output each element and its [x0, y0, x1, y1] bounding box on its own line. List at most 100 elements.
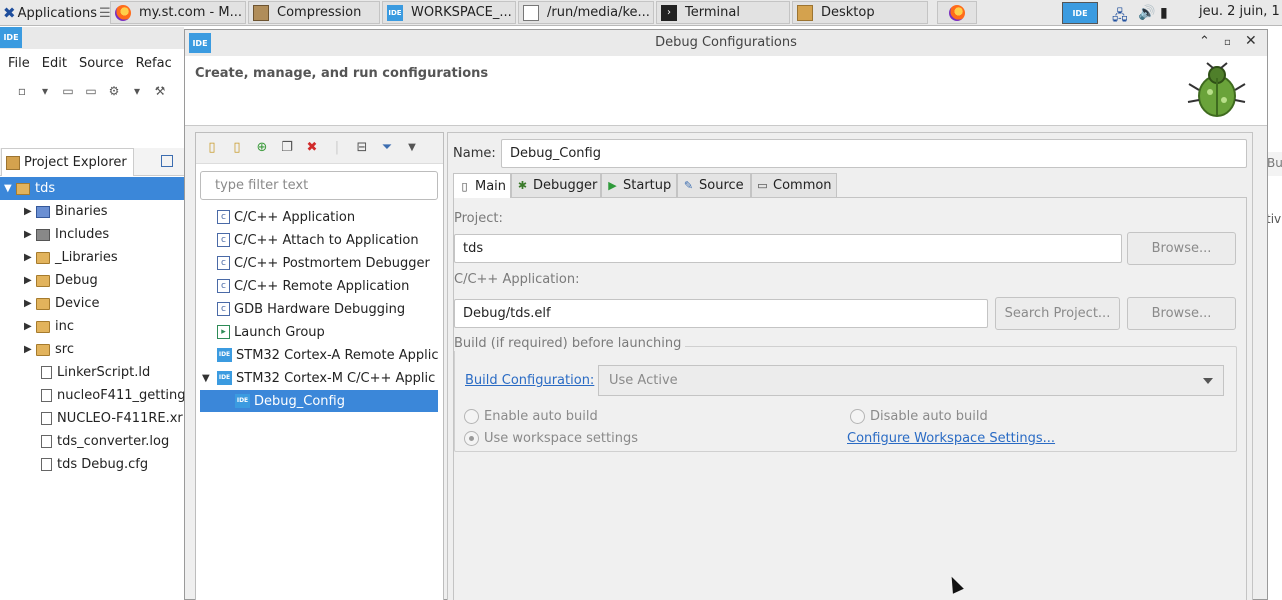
menu-source[interactable]: Source: [79, 56, 124, 71]
tree-item-nucleo-xml[interactable]: NUCLEO-F411RE.xr: [41, 407, 183, 430]
application-input[interactable]: [454, 299, 988, 328]
folder-icon: [797, 4, 813, 21]
menu-refactor[interactable]: Refac: [136, 56, 172, 71]
save-icon[interactable]: ▭: [60, 83, 76, 99]
maximize-icon[interactable]: ▫: [1224, 37, 1231, 48]
name-input[interactable]: [501, 139, 1247, 168]
filter-input[interactable]: [200, 171, 438, 200]
menu-file[interactable]: File: [8, 56, 30, 71]
radio-icon: [850, 409, 865, 424]
chevron-down-icon[interactable]: ▼: [404, 140, 420, 156]
config-type-gdb-hardware[interactable]: c GDB Hardware Debugging: [217, 298, 405, 320]
clock[interactable]: jeu. 2 juin, 1: [1199, 4, 1280, 19]
tree-item-debug[interactable]: ▶ Debug: [24, 269, 98, 292]
config-type-cpp-attach[interactable]: c C/C++ Attach to Application: [217, 229, 419, 251]
search-project-button[interactable]: Search Project...: [995, 297, 1120, 330]
tree-item-device[interactable]: ▶ Device: [24, 292, 99, 315]
config-tabs: ▯ Main ✱ Debugger ▶ Startup ✎ Source ▭ C…: [453, 173, 1247, 198]
expanded-arrow-icon[interactable]: ▼: [4, 183, 16, 194]
taskbar-window-browser[interactable]: my.st.com - M...: [110, 1, 246, 24]
hammer-icon[interactable]: ⚒: [152, 83, 168, 99]
enable-auto-build-radio[interactable]: Enable auto build: [464, 409, 598, 424]
workspace-switcher-icon[interactable]: IDE: [1062, 2, 1098, 24]
tree-item-converter-log[interactable]: tds_converter.log: [41, 430, 169, 453]
applications-menu[interactable]: ✖ Applications ☰: [0, 1, 111, 25]
collapsed-arrow-icon[interactable]: ▶: [24, 229, 36, 240]
project-input[interactable]: [454, 234, 1122, 263]
application-browse-button[interactable]: Browse...: [1127, 297, 1236, 330]
config-type-stm32-cortex-a[interactable]: IDE STM32 Cortex-A Remote Applic: [217, 344, 441, 366]
config-label: STM32 Cortex-A Remote Applic: [236, 347, 439, 363]
tree-item-tds[interactable]: ▼ tds: [0, 177, 184, 200]
expanded-arrow-icon[interactable]: ▼: [202, 373, 217, 384]
collapse-all-icon[interactable]: ⊟: [354, 140, 370, 156]
config-debug-config[interactable]: IDE Debug_Config: [200, 390, 438, 412]
configuration-list-panel: ▯ ▯ ⊕ ❐ ✖ | ⊟ ⏷ ▼ c C/C++ Application c …: [195, 132, 444, 600]
radio-selected-icon: [464, 431, 479, 446]
applications-label: Applications: [17, 5, 97, 21]
tree-item-includes[interactable]: ▶ Includes: [24, 223, 109, 246]
menu-edit[interactable]: Edit: [42, 56, 67, 71]
background-view-tab[interactable]: Bui: [1266, 152, 1282, 176]
collapsed-arrow-icon[interactable]: ▶: [24, 344, 36, 355]
dialog-titlebar[interactable]: IDE Debug Configurations ⌃ ▫ ✕: [185, 30, 1267, 56]
new-icon[interactable]: ▫: [14, 83, 30, 99]
use-workspace-settings-radio[interactable]: Use workspace settings: [464, 431, 638, 446]
taskbar-window-editor[interactable]: /run/media/ke...: [518, 1, 654, 24]
battery-icon[interactable]: ▮: [1160, 5, 1178, 21]
collapsed-arrow-icon[interactable]: ▶: [24, 252, 36, 263]
new-configuration-icon[interactable]: ▯: [204, 140, 220, 156]
config-type-stm32-cortex-m[interactable]: ▼ IDE STM32 Cortex-M C/C++ Applic: [202, 367, 441, 389]
taskbar-window-compression[interactable]: Compression: [248, 1, 380, 24]
network-icon[interactable]: 🖧: [1112, 5, 1130, 24]
disable-auto-build-radio[interactable]: Disable auto build: [850, 409, 988, 424]
taskbar-window-workspace[interactable]: IDE WORKSPACE_...: [382, 1, 516, 24]
application-label: C/C++ Application:: [454, 272, 580, 287]
tree-item-libraries[interactable]: ▶ _Libraries: [24, 246, 118, 269]
collapsed-arrow-icon[interactable]: ▶: [24, 321, 36, 332]
tab-label: Source: [699, 178, 744, 193]
tree-item-label: Device: [55, 296, 100, 311]
dropdown-arrow-icon[interactable]: ▾: [37, 83, 53, 99]
build-configuration-link[interactable]: Build Configuration:: [465, 373, 594, 388]
tree-item-inc[interactable]: ▶ inc: [24, 315, 74, 338]
tab-main[interactable]: ▯ Main: [453, 173, 511, 198]
collapsed-arrow-icon[interactable]: ▶: [24, 298, 36, 309]
launcher-firefox[interactable]: [937, 1, 977, 24]
main-tab-content: Project: Browse... C/C++ Application: Se…: [453, 198, 1247, 600]
new-prototype-icon[interactable]: ▯: [229, 140, 245, 156]
tab-project-explorer[interactable]: Project Explorer: [1, 148, 134, 176]
export-icon[interactable]: ⊕: [254, 140, 270, 156]
delete-icon[interactable]: ✖: [304, 140, 320, 156]
config-type-cpp-remote[interactable]: c C/C++ Remote Application: [217, 275, 409, 297]
build-icon[interactable]: ⚙: [106, 83, 122, 99]
collapsed-arrow-icon[interactable]: ▶: [24, 275, 36, 286]
tree-item-binaries[interactable]: ▶ Binaries: [24, 200, 107, 223]
collapsed-arrow-icon[interactable]: ▶: [24, 206, 36, 217]
tree-item-debug-cfg[interactable]: tds Debug.cfg: [41, 453, 148, 476]
tree-item-nucleo-getting[interactable]: nucleoF411_getting: [41, 384, 186, 407]
tab-startup[interactable]: ▶ Startup: [601, 173, 677, 197]
dropdown-arrow-icon[interactable]: ▾: [129, 83, 145, 99]
build-configuration-select[interactable]: Use Active: [598, 365, 1224, 396]
configure-workspace-settings-link[interactable]: Configure Workspace Settings...: [847, 431, 1055, 446]
project-browse-button[interactable]: Browse...: [1127, 232, 1236, 265]
minimize-view-icon[interactable]: [161, 155, 173, 167]
save-all-icon[interactable]: ▭: [83, 83, 99, 99]
duplicate-icon[interactable]: ❐: [279, 140, 295, 156]
tab-common[interactable]: ▭ Common: [751, 173, 837, 197]
minimize-icon[interactable]: ⌃: [1199, 34, 1210, 49]
config-type-cpp-postmortem[interactable]: c C/C++ Postmortem Debugger: [217, 252, 430, 274]
config-type-cpp-application[interactable]: c C/C++ Application: [217, 206, 355, 228]
filter-icon[interactable]: ⏷: [379, 140, 395, 156]
volume-icon[interactable]: 🔊: [1138, 5, 1156, 21]
tree-item-linkerscript[interactable]: LinkerScript.ld: [41, 361, 150, 384]
taskbar-window-terminal[interactable]: › Terminal: [656, 1, 790, 24]
tab-debugger[interactable]: ✱ Debugger: [511, 173, 601, 197]
tab-label: Startup: [623, 178, 672, 193]
tree-item-src[interactable]: ▶ src: [24, 338, 74, 361]
close-icon[interactable]: ✕: [1245, 33, 1257, 49]
tab-source[interactable]: ✎ Source: [677, 173, 751, 197]
taskbar-window-desktop[interactable]: Desktop: [792, 1, 928, 24]
config-type-launch-group[interactable]: ▸ Launch Group: [217, 321, 325, 343]
